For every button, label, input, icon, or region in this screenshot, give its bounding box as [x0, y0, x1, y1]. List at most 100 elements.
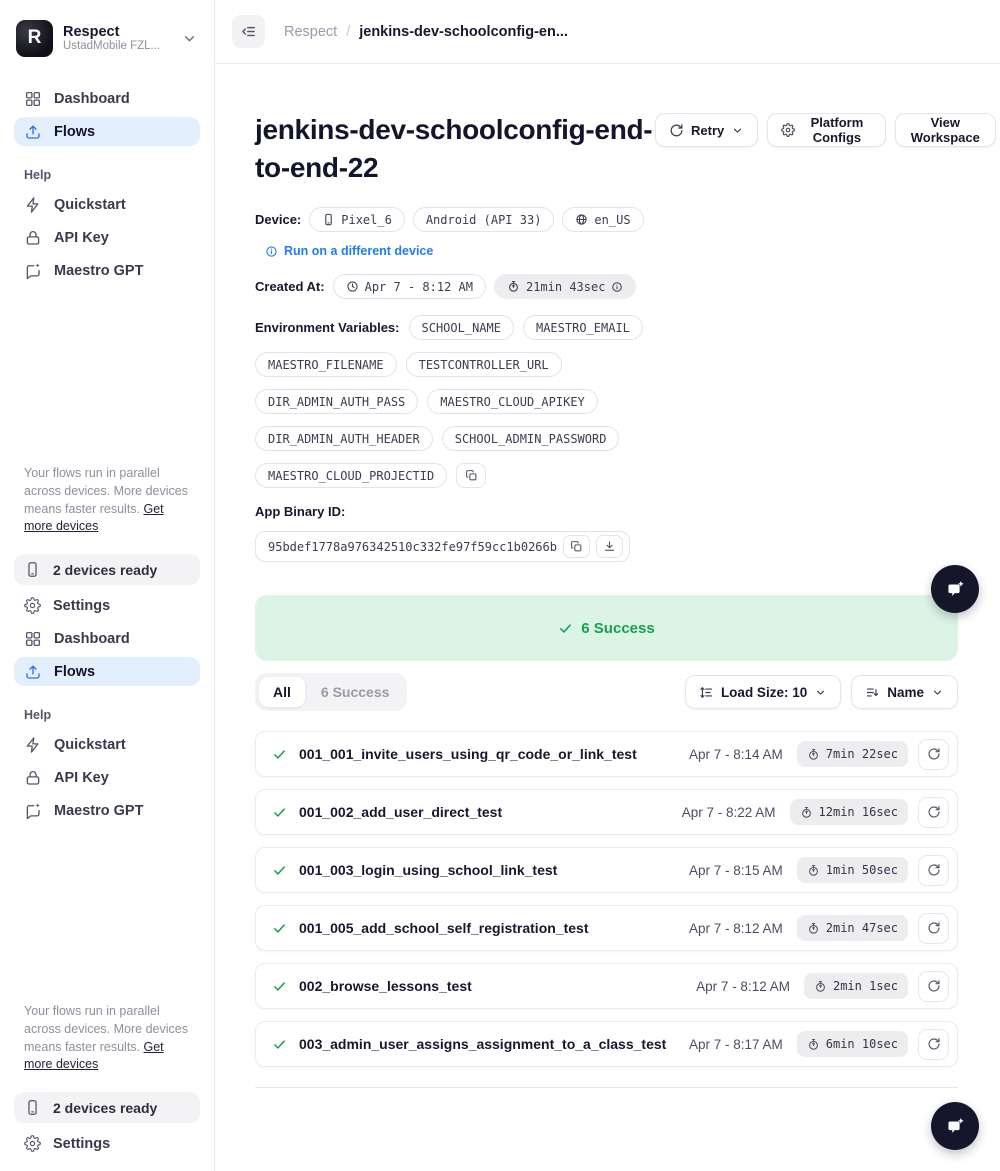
env-vars-label: Environment Variables:	[255, 320, 400, 335]
copy-binary-id-button[interactable]	[563, 535, 590, 558]
env-var-value: DIR_ADMIN_AUTH_HEADER	[268, 432, 420, 446]
rerun-flow-button[interactable]	[918, 797, 949, 828]
locale-chip-label: en_US	[594, 213, 630, 227]
stopwatch-icon	[800, 806, 813, 819]
app-binary-id-value: 95bdef1778a976342510c332fe97f59cc1b0266b	[268, 540, 557, 554]
sidebar-item-maestro-gpt[interactable]: Maestro GPT	[14, 256, 200, 285]
flow-name: 001_001_invite_users_using_qr_code_or_li…	[299, 746, 689, 762]
copy-env-vars-button[interactable]	[456, 463, 486, 488]
platform-configs-label: Platform Configs	[802, 115, 871, 145]
upload-icon	[24, 663, 42, 681]
title-row: jenkins-dev-schoolconfig-end-to-end-22 R…	[255, 111, 958, 187]
flow-duration: 12min 16sec	[819, 805, 898, 819]
status-tabs: All 6 Success	[255, 673, 407, 711]
flow-date: Apr 7 - 8:12 AM	[689, 921, 783, 936]
devices-ready-status-2[interactable]: 2 devices ready	[14, 1092, 200, 1123]
collapse-sidebar-button[interactable]	[232, 15, 265, 48]
flow-list: 001_001_invite_users_using_qr_code_or_li…	[255, 731, 958, 1067]
stopwatch-icon	[807, 748, 820, 761]
download-binary-button[interactable]	[596, 535, 623, 558]
success-check-icon	[272, 1037, 287, 1052]
lightning-icon	[24, 736, 42, 754]
sort-label: Name	[887, 685, 924, 700]
sort-dropdown[interactable]: Name	[851, 675, 958, 709]
stopwatch-icon	[814, 980, 827, 993]
sidebar-item-label: Maestro GPT	[54, 803, 143, 819]
sidebar-item-quickstart[interactable]: Quickstart	[14, 190, 200, 219]
globe-icon	[575, 213, 588, 226]
tab-all[interactable]: All	[259, 677, 305, 707]
flow-name: 001_005_add_school_self_registration_tes…	[299, 920, 689, 936]
flow-row[interactable]: 003_admin_user_assigns_assignment_to_a_c…	[255, 1021, 958, 1067]
chat-sparkle-fab-icon	[942, 576, 968, 602]
list-divider	[255, 1087, 958, 1088]
env-var-value: TESTCONTROLLER_URL	[419, 358, 549, 372]
rerun-flow-button[interactable]	[918, 971, 949, 1002]
platform-configs-button[interactable]: Platform Configs	[767, 113, 885, 147]
env-var-value: MAESTRO_CLOUD_APIKEY	[440, 395, 585, 409]
list-controls: Load Size: 10 Name	[685, 675, 958, 709]
tab-success[interactable]: 6 Success	[307, 677, 404, 707]
flow-row[interactable]: 001_001_invite_users_using_qr_code_or_li…	[255, 731, 958, 777]
env-var-chip: MAESTRO_CLOUD_APIKEY	[427, 389, 598, 414]
chat-sparkle-icon	[24, 262, 42, 280]
workspace-switcher[interactable]: R Respect UstadMobile FZL...	[14, 16, 200, 60]
lightning-icon	[24, 196, 42, 214]
refresh-icon	[927, 921, 941, 935]
lock-icon	[24, 769, 42, 787]
sidebar-item-quickstart-2[interactable]: Quickstart	[14, 730, 200, 759]
page-title: jenkins-dev-schoolconfig-end-to-end-22	[255, 111, 655, 187]
flow-row[interactable]: 002_browse_lessons_test Apr 7 - 8:12 AM …	[255, 963, 958, 1009]
sidebar-item-label: Dashboard	[54, 91, 130, 107]
flow-row[interactable]: 001_003_login_using_school_link_test Apr…	[255, 847, 958, 893]
success-banner: 6 Success	[255, 595, 958, 661]
info-icon	[265, 245, 278, 258]
created-at-label: Created At:	[255, 279, 325, 294]
rerun-flow-button[interactable]	[918, 913, 949, 944]
flow-row[interactable]: 001_005_add_school_self_registration_tes…	[255, 905, 958, 951]
rerun-flow-button[interactable]	[918, 855, 949, 886]
rerun-flow-button[interactable]	[918, 739, 949, 770]
refresh-icon	[927, 747, 941, 761]
total-duration-chip: 21min 43sec	[494, 274, 636, 299]
sidebar-item-maestro-gpt-2[interactable]: Maestro GPT	[14, 796, 200, 825]
workspace-logo: R	[16, 20, 53, 57]
assistant-fab[interactable]	[931, 565, 979, 613]
sidebar-item-settings[interactable]: Settings	[14, 591, 200, 620]
sidebar-item-dashboard-2[interactable]: Dashboard	[14, 624, 200, 653]
flow-name: 002_browse_lessons_test	[299, 978, 696, 994]
sidebar-item-api-key-2[interactable]: API Key	[14, 763, 200, 792]
device-chip: Pixel_6	[309, 207, 405, 232]
assistant-fab[interactable]	[931, 1102, 979, 1150]
rerun-flow-button[interactable]	[918, 1029, 949, 1060]
sidebar-item-flows-2[interactable]: Flows	[14, 657, 200, 686]
retry-button[interactable]: Retry	[655, 113, 758, 147]
sidebar-item-dashboard[interactable]: Dashboard	[14, 84, 200, 113]
parallel-devices-note: Your flows run in parallel across device…	[14, 465, 200, 536]
run-different-device-link[interactable]: Run on a different device	[265, 244, 958, 258]
flow-duration-chip: 6min 10sec	[797, 1031, 908, 1057]
flow-row[interactable]: 001_002_add_user_direct_test Apr 7 - 8:2…	[255, 789, 958, 835]
sidebar-item-api-key[interactable]: API Key	[14, 223, 200, 252]
breadcrumb: Respect / jenkins-dev-schoolconfig-en...	[284, 24, 568, 40]
devices-ready-label: 2 devices ready	[53, 1100, 157, 1116]
breadcrumb-workspace[interactable]: Respect	[284, 24, 337, 40]
load-size-dropdown[interactable]: Load Size: 10	[685, 675, 841, 709]
devices-ready-label: 2 devices ready	[53, 562, 157, 578]
info-icon	[611, 281, 623, 293]
flow-duration: 2min 1sec	[833, 979, 898, 993]
created-at-chip: Apr 7 - 8:12 AM	[333, 274, 486, 299]
view-workspace-button[interactable]: View Workspace	[895, 113, 996, 147]
flow-duration: 2min 47sec	[826, 921, 898, 935]
devices-ready-status[interactable]: 2 devices ready	[14, 554, 200, 585]
success-check-icon	[272, 863, 287, 878]
sidebar-item-settings-2[interactable]: Settings	[14, 1129, 200, 1158]
lock-icon	[24, 229, 42, 247]
refresh-icon	[669, 123, 684, 138]
stopwatch-icon	[807, 1038, 820, 1051]
refresh-icon	[927, 1037, 941, 1051]
sidebar-item-flows[interactable]: Flows	[14, 117, 200, 146]
sidebar-nav-primary: Dashboard Flows Help Quickstart API Key …	[14, 84, 200, 285]
sidebar-item-label: Maestro GPT	[54, 263, 143, 279]
app-binary-id-chip: 95bdef1778a976342510c332fe97f59cc1b0266b	[255, 531, 630, 562]
